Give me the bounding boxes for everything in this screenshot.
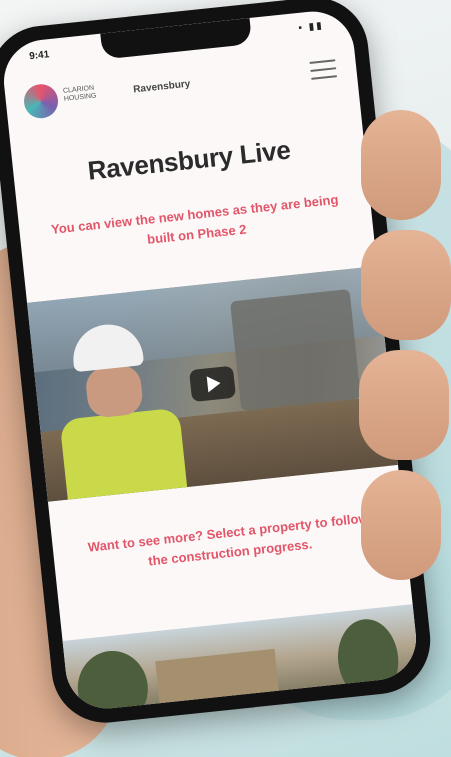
menu-line [311, 75, 338, 80]
signal-battery-icon: ▪ ▮▮ [297, 20, 325, 34]
header-title: Ravensbury [132, 78, 191, 96]
house-shape [155, 648, 281, 713]
hamburger-menu-icon[interactable] [309, 57, 338, 82]
video-worker-vest [59, 407, 189, 502]
scene: 9:41 ▪ ▮▮ CLARION HOUSING Ravensbury Rav… [0, 0, 451, 757]
page-title: Ravensbury Live [86, 134, 292, 186]
brand-logo-icon[interactable] [22, 82, 60, 120]
tree-shape [334, 616, 403, 703]
play-icon[interactable] [188, 365, 237, 403]
hand-finger [361, 470, 441, 580]
tree-shape [74, 647, 152, 713]
phone-notch [100, 18, 253, 60]
brand-logo-text: CLARION HOUSING [62, 84, 97, 103]
video-building [230, 289, 361, 411]
video-worker-face [84, 363, 145, 419]
hand-finger [361, 110, 441, 220]
status-time: 9:41 [28, 49, 50, 63]
cta-text: Want to see more? Select a property to f… [87, 510, 370, 569]
menu-line [309, 59, 336, 64]
hand-finger [361, 230, 451, 340]
video-player[interactable] [27, 266, 398, 502]
menu-line [310, 67, 337, 72]
intro-text: You can view the new homes as they are b… [50, 191, 340, 247]
hand-finger [359, 350, 449, 460]
phone-screen: 9:41 ▪ ▮▮ CLARION HOUSING Ravensbury Rav… [0, 7, 421, 713]
